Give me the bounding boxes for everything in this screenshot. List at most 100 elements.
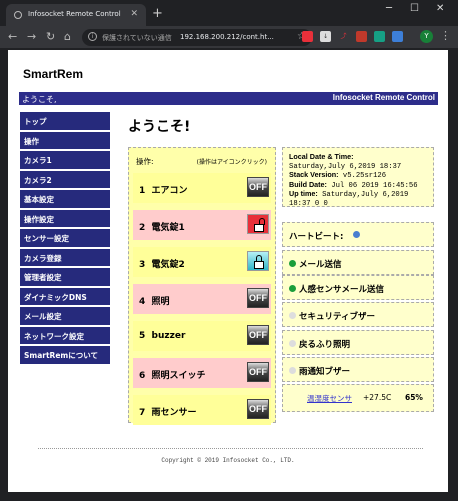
new-tab-button[interactable]: + — [152, 6, 163, 21]
off-icon[interactable]: OFF — [247, 325, 269, 345]
lock-unlocked-icon[interactable] — [247, 214, 269, 234]
status-label: 人感センサメール送信 — [299, 285, 385, 295]
info-icon[interactable]: i — [88, 32, 97, 41]
stack-version-value: v5.25sr126 — [342, 172, 387, 181]
sidebar-nav: トップ 操作 カメラ1 カメラ2 基本設定 操作設定 センサー設定 カメラ登録 … — [20, 112, 110, 366]
home-icon[interactable]: ⌂ — [64, 30, 71, 43]
device-name: buzzer — [151, 331, 186, 341]
site-logo: SmartRem — [23, 67, 84, 81]
close-window-button[interactable]: ✕ — [436, 3, 444, 14]
status-security-buzzer: セキュリティブザー — [282, 302, 434, 327]
extension-icon[interactable] — [392, 31, 403, 42]
humidity-value: 65% — [405, 393, 423, 402]
device-name: 照明スイッチ — [151, 371, 206, 381]
device-row-2: 2 電気錠1 — [133, 210, 271, 240]
status-label: メール送信 — [299, 260, 342, 270]
extension-off-icon[interactable] — [356, 31, 367, 42]
status-dot-icon — [289, 312, 296, 319]
lock-locked-icon[interactable] — [247, 251, 269, 271]
banner-title: Infosocket Remote Control — [332, 93, 435, 102]
device-row-6: 6 照明スイッチ OFF — [133, 358, 271, 388]
extension-icon[interactable] — [302, 31, 313, 42]
status-motion-mail: 人感センサメール送信 — [282, 275, 434, 300]
operations-title: 操作: — [136, 157, 154, 166]
temp-humidity-box: 温湿度センサ +27.5C 65% — [282, 384, 434, 412]
page-content: SmartRem ようこそ, Infosocket Remote Control… — [8, 50, 448, 492]
off-icon[interactable]: OFF — [247, 288, 269, 308]
device-number: 2 — [139, 223, 146, 233]
device-row-1: 1 エアコン OFF — [133, 173, 271, 203]
header-banner: ようこそ, Infosocket Remote Control — [19, 92, 438, 105]
stack-version-label: Stack Version: — [289, 170, 339, 180]
sidebar-item-camera-registration[interactable]: カメラ登録 — [20, 248, 110, 268]
device-number: 1 — [139, 186, 146, 196]
browser-tab[interactable]: Infosocket Remote Control ✕ — [6, 4, 146, 26]
security-label: 保護されていない通信 — [102, 34, 172, 42]
status-mail: メール送信 — [282, 250, 434, 275]
url-text: 192.168.200.212/cont.ht... — [180, 33, 274, 41]
status-dot-icon — [289, 367, 296, 374]
sidebar-item-sensor-settings[interactable]: センサー設定 — [20, 229, 110, 249]
minimize-button[interactable]: ─ — [386, 3, 392, 14]
uptime-value-2: 18:37 0 0 — [289, 199, 328, 208]
off-icon[interactable]: OFF — [247, 399, 269, 419]
device-number: 3 — [139, 260, 146, 270]
temperature-value: +27.5C — [363, 393, 392, 402]
maximize-button[interactable]: ☐ — [410, 3, 419, 14]
operations-hint: (操作はアイコンクリック) — [196, 159, 267, 166]
device-number: 4 — [139, 297, 146, 307]
operations-panel: 操作: (操作はアイコンクリック) 1 エアコン OFF 2 電気錠1 3 電気… — [128, 147, 276, 425]
build-date-label: Build Date: — [289, 179, 327, 189]
system-info-panel: Local Date & Time: Saturday,July 6,2019 … — [282, 147, 434, 208]
extension-icon[interactable] — [374, 31, 385, 42]
footer-copyright: Copyright © 2019 Infosocket Co., LTD. — [161, 457, 295, 464]
globe-icon — [14, 11, 22, 19]
sidebar-item-operation[interactable]: 操作 — [20, 131, 110, 151]
pdf-icon[interactable]: ⤴ — [338, 31, 349, 42]
off-icon[interactable]: OFF — [247, 177, 269, 197]
close-tab-icon[interactable]: ✕ — [130, 9, 138, 19]
sidebar-item-about[interactable]: SmartRemについて — [20, 346, 110, 366]
menu-dots-icon[interactable]: ⋮ — [440, 29, 451, 42]
status-dot-icon — [289, 260, 296, 267]
download-icon[interactable]: ↓ — [320, 31, 331, 42]
local-date-label: Local Date & Time: — [289, 152, 354, 161]
device-name: 電気錠2 — [151, 260, 185, 270]
uptime-label: Up time: — [289, 189, 318, 199]
tab-title: Infosocket Remote Control — [28, 10, 121, 18]
sidebar-item-network-settings[interactable]: ネットワーク設定 — [20, 326, 110, 346]
status-pretend-light: 戻るふり照明 — [282, 330, 434, 355]
forward-arrow-icon[interactable]: → — [27, 30, 36, 43]
off-icon[interactable]: OFF — [247, 362, 269, 382]
status-dot-icon — [289, 285, 296, 292]
device-number: 5 — [139, 331, 146, 341]
device-number: 7 — [139, 408, 146, 418]
browser-toolbar: ← → ↻ ⌂ i 保護されていない通信 192.168.200.212/con… — [0, 26, 458, 48]
device-name: 照明 — [151, 297, 170, 307]
sidebar-item-camera2[interactable]: カメラ2 — [20, 170, 110, 190]
device-name: 電気錠1 — [151, 223, 185, 233]
device-row-5: 5 buzzer OFF — [133, 321, 271, 351]
address-bar[interactable]: i 保護されていない通信 192.168.200.212/cont.ht... … — [82, 29, 312, 46]
sidebar-item-top[interactable]: トップ — [20, 112, 110, 132]
sidebar-item-basic-settings[interactable]: 基本設定 — [20, 190, 110, 210]
reload-icon[interactable]: ↻ — [46, 30, 55, 43]
sidebar-item-camera1[interactable]: カメラ1 — [20, 151, 110, 171]
banner-welcome: ようこそ, — [22, 95, 57, 104]
device-row-4: 4 照明 OFF — [133, 284, 271, 314]
sidebar-item-operation-settings[interactable]: 操作設定 — [20, 209, 110, 229]
profile-avatar[interactable]: Y — [420, 30, 433, 43]
temp-humidity-sensor-link[interactable]: 温湿度センサ — [307, 393, 352, 404]
back-arrow-icon[interactable]: ← — [8, 30, 17, 43]
heartbeat-indicator-icon — [353, 231, 360, 238]
device-name: エアコン — [151, 186, 188, 196]
sidebar-item-mail-settings[interactable]: メール設定 — [20, 307, 110, 327]
device-name: 雨センサー — [151, 408, 197, 418]
status-label: 雨通知ブザー — [299, 367, 351, 377]
device-number: 6 — [139, 371, 146, 381]
device-row-3: 3 電気錠2 — [133, 247, 271, 277]
status-label: セキュリティブザー — [299, 312, 375, 322]
status-rain-buzzer: 雨通知ブザー — [282, 357, 434, 382]
sidebar-item-admin-settings[interactable]: 管理者設定 — [20, 268, 110, 288]
sidebar-item-dynamic-dns[interactable]: ダイナミックDNS — [20, 287, 110, 307]
